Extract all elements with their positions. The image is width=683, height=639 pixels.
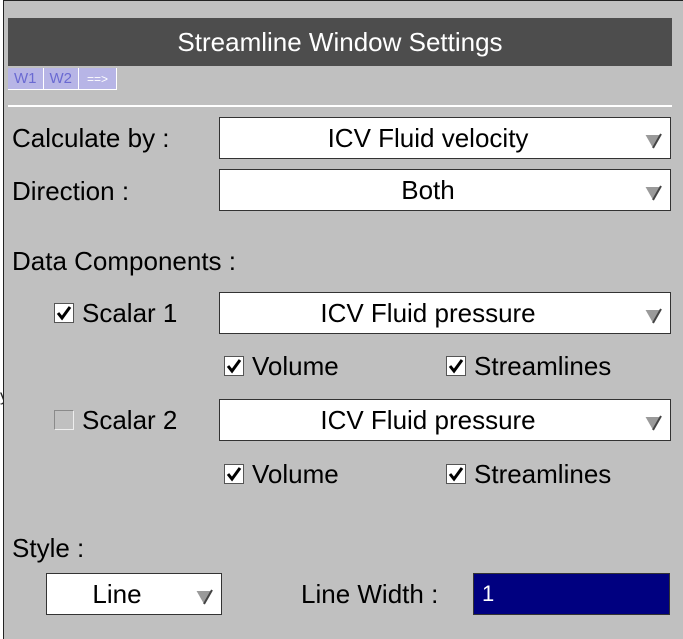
style-type-value: Line [92, 579, 142, 609]
scalar2-volume-checkbox[interactable]: Volume [224, 459, 339, 489]
scalar1-value: ICV Fluid pressure [320, 298, 536, 328]
scalar2-label: Scalar 2 [82, 404, 178, 435]
scalar1-streamlines-checkbox[interactable]: Streamlines [446, 351, 611, 381]
calculate-by-label: Calculate by : [12, 123, 170, 153]
tab-w1[interactable]: W1 [8, 68, 44, 90]
tab-w2[interactable]: W2 [43, 68, 79, 90]
direction-label: Direction : [12, 176, 130, 206]
scalar1-volume-checkbox[interactable]: Volume [224, 351, 339, 381]
checkbox-checked-icon [446, 464, 466, 484]
scalar2-dropdown[interactable]: ICV Fluid pressure [219, 399, 671, 441]
streamline-settings-panel: Streamline Window Settings W1 W2 ==> Cal… [3, 0, 683, 639]
line-width-input[interactable]: 1 [473, 573, 670, 615]
checkbox-unchecked-icon [54, 410, 74, 430]
dropdown-arrow-icon [196, 589, 213, 605]
direction-dropdown[interactable]: Both [219, 169, 671, 211]
calculate-by-dropdown[interactable]: ICV Fluid velocity [219, 117, 671, 159]
volume-label: Volume [252, 458, 339, 489]
scalar1-label: Scalar 1 [82, 297, 178, 328]
scalar2-streamlines-checkbox[interactable]: Streamlines [446, 459, 611, 489]
checkbox-checked-icon [224, 356, 244, 376]
dropdown-arrow-icon [645, 415, 662, 431]
window-title: Streamline Window Settings [8, 18, 672, 66]
line-width-label: Line Width : [301, 579, 439, 609]
streamlines-label: Streamlines [474, 458, 612, 489]
scalar2-checkbox[interactable]: Scalar 2 [54, 405, 177, 435]
dropdown-arrow-icon [645, 308, 662, 324]
data-components-label: Data Components : [12, 246, 237, 276]
calculate-by-value: ICV Fluid velocity [327, 123, 529, 153]
style-label: Style : [12, 533, 85, 563]
volume-label: Volume [252, 350, 339, 381]
scalar2-value: ICV Fluid pressure [320, 405, 536, 435]
divider [8, 105, 672, 107]
scalar1-checkbox[interactable]: Scalar 1 [54, 298, 177, 328]
tab-next-arrow[interactable]: ==> [79, 68, 118, 90]
checkbox-checked-icon [54, 303, 74, 323]
window-tabs: W1 W2 ==> [8, 68, 118, 90]
scalar1-dropdown[interactable]: ICV Fluid pressure [219, 292, 671, 334]
dropdown-arrow-icon [645, 185, 662, 201]
dropdown-arrow-icon [645, 133, 662, 149]
direction-value: Both [401, 175, 455, 205]
checkbox-checked-icon [224, 464, 244, 484]
checkbox-checked-icon [446, 356, 466, 376]
streamlines-label: Streamlines [474, 350, 612, 381]
style-type-dropdown[interactable]: Line [46, 573, 222, 615]
